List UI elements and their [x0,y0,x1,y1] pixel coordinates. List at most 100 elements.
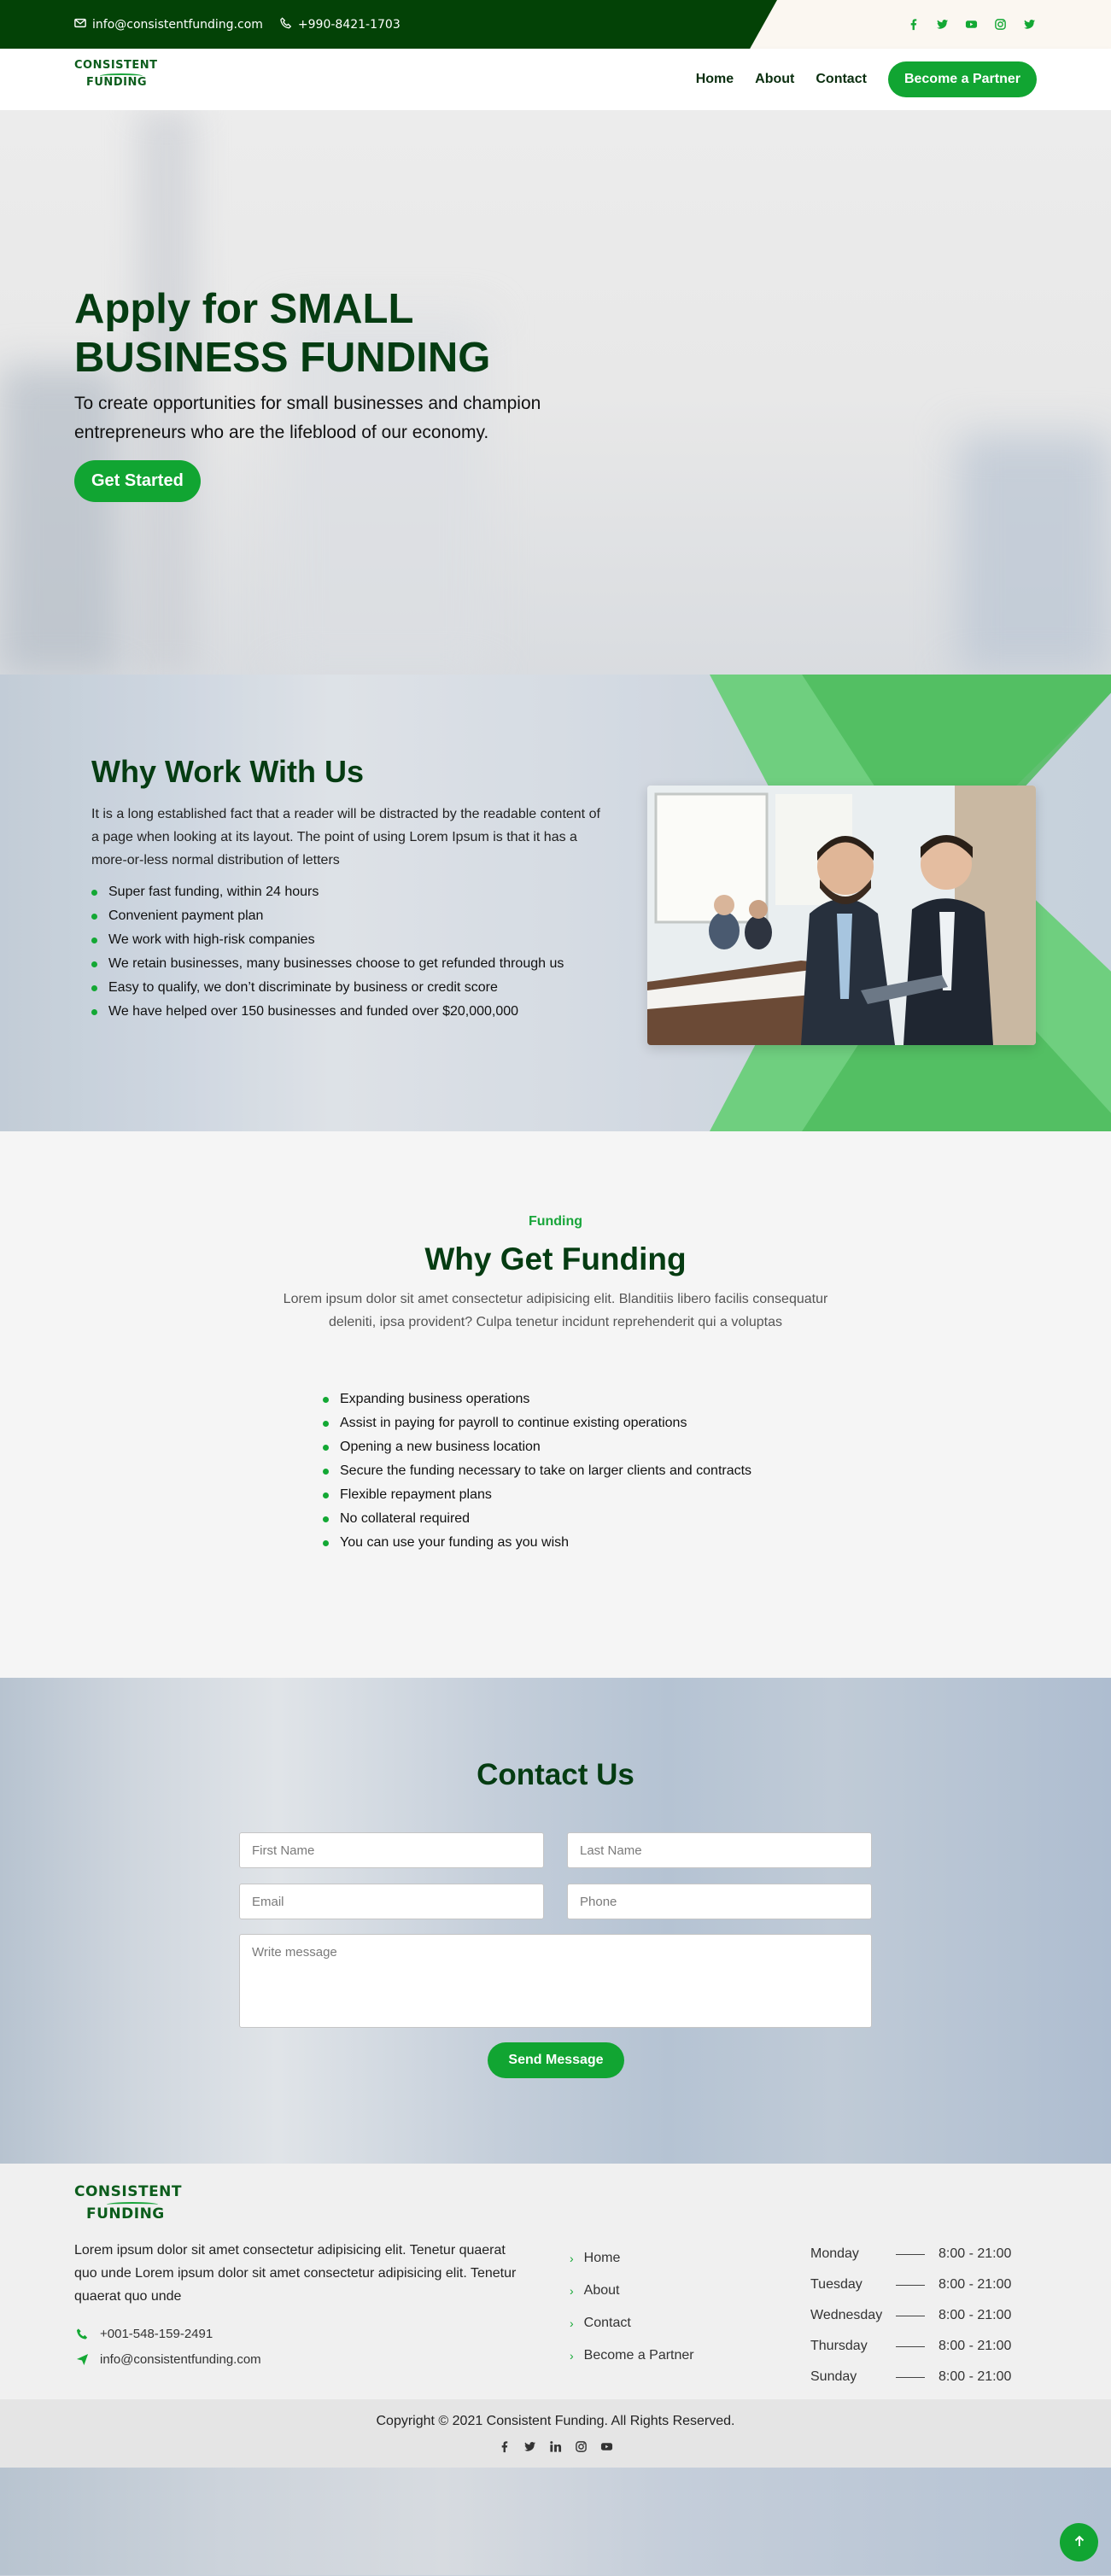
nav-about[interactable]: About [755,72,794,87]
top-phone[interactable]: +990-8421-1703 [280,16,401,32]
first-name-input[interactable] [239,1832,544,1868]
linkedin-icon[interactable] [548,2439,564,2454]
list-item: We work with high-risk companies [91,930,604,950]
list-item: Assist in paying for payroll to continue… [323,1413,767,1434]
get-started-button[interactable]: Get Started [74,460,201,502]
hero-title-bold-2: BUSINESS FUNDING [74,335,491,381]
funding-list: Expanding business operations Assist in … [323,1389,767,1557]
footer-links: › Home › About › Contact › Become a Partner [570,2242,694,2372]
hero-title-bold-1: SMALL [269,286,414,332]
email-input[interactable] [239,1884,544,1919]
hours-time: 8:00 - 21:00 [939,2369,1012,2384]
logo-swoosh [100,73,143,79]
chevron-right-icon: › [570,2349,574,2363]
hours-row: Sunday 8:00 - 21:00 [810,2362,1015,2392]
footer-link-label: Home [583,2251,621,2265]
top-phone-text: +990-8421-1703 [297,17,401,32]
list-item: We retain businesses, many businesses ch… [91,954,604,974]
instagram-icon[interactable] [574,2439,589,2454]
footer-email-text: info@consistentfunding.com [100,2351,261,2367]
why-work-description: It is a long established fact that a rea… [91,807,600,867]
footer-link-home[interactable]: › Home [570,2242,694,2275]
footer-link-label: Contact [583,2316,631,2330]
footer-logo[interactable]: CONSISTENT FUNDING [74,2183,183,2223]
footer-phone[interactable]: +001-548-159-2491 [74,2326,213,2341]
top-email[interactable]: info@consistentfunding.com [74,17,263,32]
nav-contact[interactable]: Contact [816,72,867,87]
footer-link-label: About [583,2283,620,2298]
instagram-icon[interactable] [992,17,1008,32]
nav-home[interactable]: Home [696,72,734,87]
footer-link-about[interactable]: › About [570,2275,694,2307]
phone-input[interactable] [567,1884,872,1919]
nav-links: Home About Contact Become a Partner [696,49,1037,110]
footer-email[interactable]: info@consistentfunding.com [74,2351,261,2367]
funding-kicker: Funding [528,1214,583,1229]
footer-link-partner[interactable]: › Become a Partner [570,2339,694,2372]
hero-bg-blur [957,435,1111,675]
footer: CONSISTENT FUNDING Lorem ipsum dolor sit… [0,2164,1111,2399]
list-item: Super fast funding, within 24 hours [91,882,604,902]
send-icon [74,2351,90,2367]
list-item: No collateral required [323,1509,767,1529]
hours-row: Monday 8:00 - 21:00 [810,2239,1015,2269]
send-message-button[interactable]: Send Message [488,2042,624,2078]
hours-day: Tuesday [810,2277,862,2292]
hours-dash [896,2284,925,2286]
scroll-to-top-button[interactable] [1060,2523,1098,2561]
list-item: Easy to qualify, we don’t discriminate b… [91,978,604,998]
footer-logo-swoosh [107,2202,158,2207]
list-item: Opening a new business location [323,1437,767,1457]
hours-row: Thursday 8:00 - 21:00 [810,2331,1015,2362]
twitter-icon[interactable] [523,2439,538,2454]
phone-icon [74,2326,90,2341]
footer-link-contact[interactable]: › Contact [570,2307,694,2339]
why-work-section: Why Work With Us It is a long establishe… [0,675,1111,1131]
list-item: Expanding business operations [323,1389,767,1410]
hero-title: Apply for SMALL BUSINESS FUNDING [74,285,672,383]
footer-logo-line-1: CONSISTENT [74,2183,183,2200]
hours-dash [896,2253,925,2255]
youtube-icon[interactable] [963,17,979,32]
hours-day: Monday [810,2246,859,2261]
facebook-icon[interactable] [497,2439,512,2454]
top-social [905,0,1037,49]
hours-dash [896,2345,925,2347]
top-bar-contact: info@consistentfunding.com +990-8421-170… [74,0,401,49]
twitter-icon[interactable] [934,17,950,32]
hero-section: Apply for SMALL BUSINESS FUNDING To crea… [0,110,1111,675]
hours-day: Thursday [810,2339,868,2353]
hours-time: 8:00 - 21:00 [939,2277,1012,2292]
navbar: CONSISTENT FUNDING Home About Contact Be… [0,49,1111,110]
hours-row: Tuesday 8:00 - 21:00 [810,2269,1015,2300]
why-work-list: Super fast funding, within 24 hours Conv… [91,882,604,1025]
arrow-up-icon [1073,2534,1086,2551]
chevron-right-icon: › [570,2316,574,2330]
list-item: You can use your funding as you wish [323,1533,767,1553]
youtube-icon[interactable] [599,2439,615,2454]
mail-icon [74,17,86,32]
last-name-input[interactable] [567,1832,872,1868]
list-item: We have helped over 150 businesses and f… [91,1002,604,1022]
hero-subtitle: To create opportunities for small busine… [74,394,541,442]
hours-day: Sunday [810,2369,857,2384]
footer-description: Lorem ipsum dolor sit amet consectetur a… [74,2243,517,2304]
copyright-bar: Copyright © 2021 Consistent Funding. All… [0,2399,1111,2468]
top-email-text: info@consistentfunding.com [92,17,263,32]
message-textarea[interactable] [239,1934,872,2028]
hours-time: 8:00 - 21:00 [939,2308,1012,2322]
top-bar: info@consistentfunding.com +990-8421-170… [0,0,1111,49]
list-item: Secure the funding necessary to take on … [323,1461,767,1481]
become-partner-button[interactable]: Become a Partner [887,61,1037,97]
hero-title-light: Apply for [74,286,259,332]
twitter-icon[interactable] [1021,17,1037,32]
hours-time: 8:00 - 21:00 [939,2339,1012,2353]
list-item: Flexible repayment plans [323,1485,767,1505]
footer-link-label: Become a Partner [583,2348,694,2363]
facebook-icon[interactable] [905,17,921,32]
footer-logo-line-2: FUNDING [86,2205,165,2223]
logo[interactable]: CONSISTENT FUNDING [74,59,157,89]
why-work-title: Why Work With Us [91,754,365,789]
funding-description: Lorem ipsum dolor sit amet consectetur a… [283,1292,828,1329]
funding-title: Why Get Funding [424,1241,687,1276]
